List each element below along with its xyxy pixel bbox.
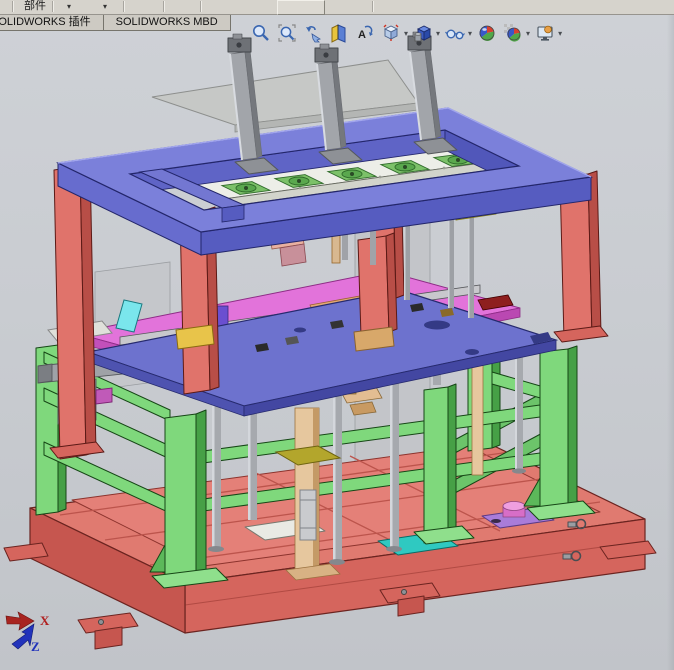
- tab-solidworks-addins[interactable]: SOLIDWORKS 插件: [0, 14, 104, 31]
- graphics-viewport[interactable]: A ▾ ▾ ▾ ▾ ▾ X Z: [0, 14, 674, 670]
- apply-scene-icon[interactable]: [502, 22, 524, 44]
- dynamic-annotation-views-icon[interactable]: A: [354, 22, 376, 44]
- view-settings-icon[interactable]: [534, 22, 556, 44]
- heads-up-view-toolbar: A ▾ ▾ ▾ ▾ ▾: [250, 20, 562, 46]
- x-axis-label: X: [40, 613, 50, 628]
- z-axis-label: Z: [31, 639, 40, 654]
- chevron-down-icon[interactable]: ▾: [468, 29, 472, 38]
- zoom-to-area-icon[interactable]: [276, 22, 298, 44]
- view-orientation-icon[interactable]: [380, 22, 402, 44]
- chevron-down-icon[interactable]: ▾: [67, 1, 71, 12]
- menu-separator: [163, 1, 165, 12]
- menu-bar: 部件 ▾ ▾: [0, 0, 674, 15]
- tab-solidworks-mbd[interactable]: SOLIDWORKS MBD: [102, 14, 231, 31]
- chevron-down-icon[interactable]: ▾: [404, 29, 408, 38]
- chevron-down-icon[interactable]: ▾: [436, 29, 440, 38]
- hide-show-items-icon[interactable]: [444, 22, 466, 44]
- chevron-down-icon[interactable]: ▾: [526, 29, 530, 38]
- edit-appearance-icon[interactable]: [476, 22, 498, 44]
- chevron-down-icon[interactable]: ▾: [103, 1, 107, 12]
- assembly-model: X Z: [3, 31, 657, 654]
- menu-separator: [52, 1, 54, 12]
- viewport-right-edge: [667, 14, 674, 670]
- menu-separator: [200, 1, 202, 12]
- svg-text:A: A: [358, 29, 366, 41]
- menu-separator: [372, 1, 374, 12]
- pneumatic-cylinder: [299, 489, 317, 541]
- display-style-icon[interactable]: [412, 22, 434, 44]
- toolbar-blank-button[interactable]: [277, 0, 325, 15]
- chevron-down-icon[interactable]: ▾: [558, 29, 562, 38]
- reference-triad: X Z: [5, 611, 50, 654]
- menu-item-component[interactable]: 部件: [24, 0, 46, 13]
- previous-view-icon[interactable]: [302, 22, 324, 44]
- section-view-icon[interactable]: [328, 22, 350, 44]
- menu-separator: [12, 1, 14, 12]
- menu-separator: [123, 1, 125, 12]
- command-manager-tabs: SOLIDWORKS 插件 SOLIDWORKS MBD: [0, 14, 231, 31]
- zoom-to-fit-icon[interactable]: [250, 22, 272, 44]
